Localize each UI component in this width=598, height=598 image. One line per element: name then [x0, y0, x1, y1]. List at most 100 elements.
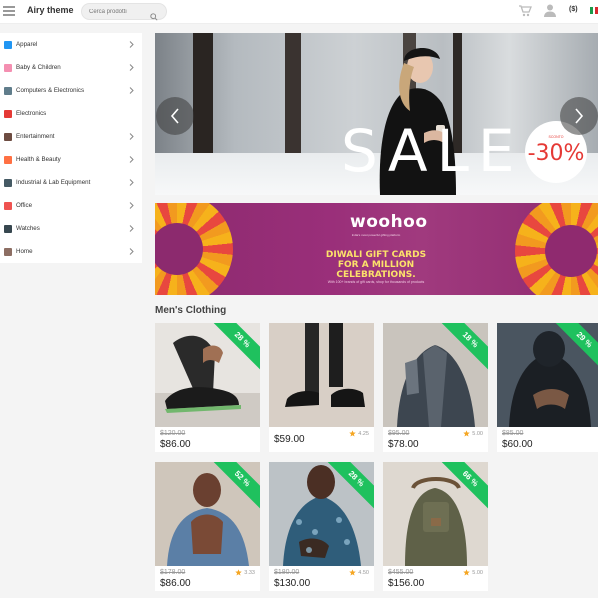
- star-icon: [235, 569, 243, 576]
- section-title: Men's Clothing: [155, 305, 227, 316]
- search-input[interactable]: [89, 6, 151, 18]
- product-info: $95.00 $78.00 5.00: [383, 427, 488, 452]
- search-icon[interactable]: [150, 8, 158, 26]
- product-card[interactable]: 52 % $178.00 $86.00 3.33: [155, 462, 260, 591]
- hero-sale-headline: SALE: [341, 117, 524, 185]
- old-price: $95.00: [388, 430, 410, 437]
- product-image[interactable]: 18 %: [383, 323, 488, 427]
- product-rating: 5.00: [463, 430, 483, 437]
- product-price: $86.00: [160, 578, 191, 589]
- carousel-prev-button[interactable]: [156, 97, 194, 135]
- office-icon: [4, 201, 12, 210]
- sidebar-item-computers-electronics[interactable]: Computers & Electronics: [0, 79, 142, 102]
- sidebar-item-label: Electronics: [16, 110, 47, 117]
- old-price: $180.00: [274, 569, 300, 576]
- product-price: $130.00: [274, 578, 311, 589]
- sidebar-item-label: Office: [16, 202, 33, 209]
- product-card[interactable]: 28 % $180.00 $130.00 4.50: [269, 462, 374, 591]
- promo-headline-line2: FOR A MILLION CELEBRATIONS.: [336, 260, 416, 280]
- product-info: $120.00 $86.00: [155, 427, 260, 452]
- sidebar-item-label: Industrial & Lab Equipment: [16, 179, 91, 186]
- product-price: $78.00: [388, 439, 419, 450]
- old-price: $120.00: [160, 430, 186, 437]
- product-info: $180.00 $130.00 4.50: [269, 566, 374, 591]
- carousel-next-button[interactable]: [560, 97, 598, 135]
- italy-flag-icon[interactable]: [590, 7, 598, 14]
- chevron-right-icon: [129, 87, 134, 94]
- product-rating: 4.25: [349, 430, 369, 437]
- search-box[interactable]: [81, 3, 167, 21]
- product-rating: 3.33: [235, 569, 255, 576]
- product-card[interactable]: 28 % $120.00 $86.00: [155, 323, 260, 452]
- product-image[interactable]: 28 %: [155, 323, 260, 427]
- rating-value: 3.33: [244, 569, 255, 576]
- sidebar-item-label: Baby & Children: [16, 64, 61, 71]
- health-icon: [4, 155, 12, 164]
- product-price: $156.00: [388, 578, 425, 589]
- sidebar-item-apparel[interactable]: Apparel: [0, 33, 142, 56]
- rating-value: 4.25: [358, 430, 369, 437]
- product-price: $60.00: [502, 439, 533, 450]
- product-image[interactable]: 29 %: [497, 323, 598, 427]
- product-info: $59.00 4.25: [269, 427, 374, 452]
- chevron-right-icon: [129, 225, 134, 232]
- chevron-right-icon: [129, 156, 134, 163]
- hero-banner[interactable]: SALE SCONTO -30%: [155, 33, 598, 195]
- entertainment-icon: [4, 132, 12, 141]
- product-card[interactable]: 29 % $85.00 $60.00: [497, 323, 598, 452]
- industrial-icon: [4, 178, 12, 187]
- product-image[interactable]: 66 %: [383, 462, 488, 566]
- sidebar-item-label: Watches: [16, 225, 40, 232]
- product-image[interactable]: 52 %: [155, 462, 260, 566]
- promo-banner[interactable]: woohoo India's most powerful gifting pla…: [155, 203, 598, 295]
- old-price: $455.00: [388, 569, 414, 576]
- product-image[interactable]: 28 %: [269, 462, 374, 566]
- rating-value: 5.00: [472, 569, 483, 576]
- promo-headline-line1: DIWALI GIFT CARDS: [325, 250, 427, 260]
- sidebar-item-label: Health & Beauty: [16, 156, 61, 163]
- hamburger-icon[interactable]: [3, 6, 15, 16]
- computer-icon: [4, 86, 12, 95]
- sidebar-item-health-beauty[interactable]: Health & Beauty: [0, 148, 142, 171]
- sidebar-item-home[interactable]: Home: [0, 240, 142, 263]
- user-icon[interactable]: [543, 3, 557, 22]
- product-card[interactable]: 18 % $95.00 $78.00 5.00: [383, 323, 488, 452]
- sidebar-item-electronics[interactable]: Electronics: [0, 102, 142, 125]
- product-card[interactable]: $59.00 4.25: [269, 323, 374, 452]
- brand-title[interactable]: Airy theme: [27, 5, 74, 15]
- promo-fine-print: With 100+ brands of gift cards, shop for…: [327, 280, 425, 284]
- rating-value: 4.50: [358, 569, 369, 576]
- promo-logo: woohoo: [350, 212, 428, 232]
- sidebar-item-baby-children[interactable]: Baby & Children: [0, 56, 142, 79]
- sidebar-item-label: Home: [16, 248, 33, 255]
- old-price: $178.00: [160, 569, 186, 576]
- top-bar: Airy theme ($): [0, 0, 598, 24]
- category-sidebar: Apparel Baby & Children Computers & Electr…: [0, 33, 142, 263]
- chevron-right-icon: [129, 179, 134, 186]
- sidebar-item-label: Apparel: [16, 41, 38, 48]
- product-rating: 5.00: [463, 569, 483, 576]
- product-card[interactable]: 66 % $455.00 $156.00 5.00: [383, 462, 488, 591]
- product-price: $59.00: [274, 434, 305, 445]
- chevron-right-icon: [575, 108, 584, 124]
- sidebar-item-label: Entertainment: [16, 133, 55, 140]
- baby-icon: [4, 63, 12, 72]
- star-icon: [463, 430, 471, 437]
- rating-value: 5.00: [472, 430, 483, 437]
- sidebar-item-entertainment[interactable]: Entertainment: [0, 125, 142, 148]
- promo-wheel-right-inner: [545, 225, 597, 277]
- chevron-left-icon: [170, 108, 179, 124]
- promo-tagline: India's most powerful gifting platform: [351, 233, 401, 237]
- sidebar-item-industrial-lab-equipment[interactable]: Industrial & Lab Equipment: [0, 171, 142, 194]
- product-image[interactable]: [269, 323, 374, 427]
- sidebar-item-watches[interactable]: Watches: [0, 217, 142, 240]
- currency-selector[interactable]: ($): [569, 6, 578, 13]
- product-info: $85.00 $60.00: [497, 427, 598, 452]
- chevron-right-icon: [129, 133, 134, 140]
- product-rating: 4.50: [349, 569, 369, 576]
- star-icon: [463, 569, 471, 576]
- cart-icon[interactable]: [518, 4, 532, 22]
- product-info: $455.00 $156.00 5.00: [383, 566, 488, 591]
- chevron-right-icon: [129, 202, 134, 209]
- sidebar-item-office[interactable]: Office: [0, 194, 142, 217]
